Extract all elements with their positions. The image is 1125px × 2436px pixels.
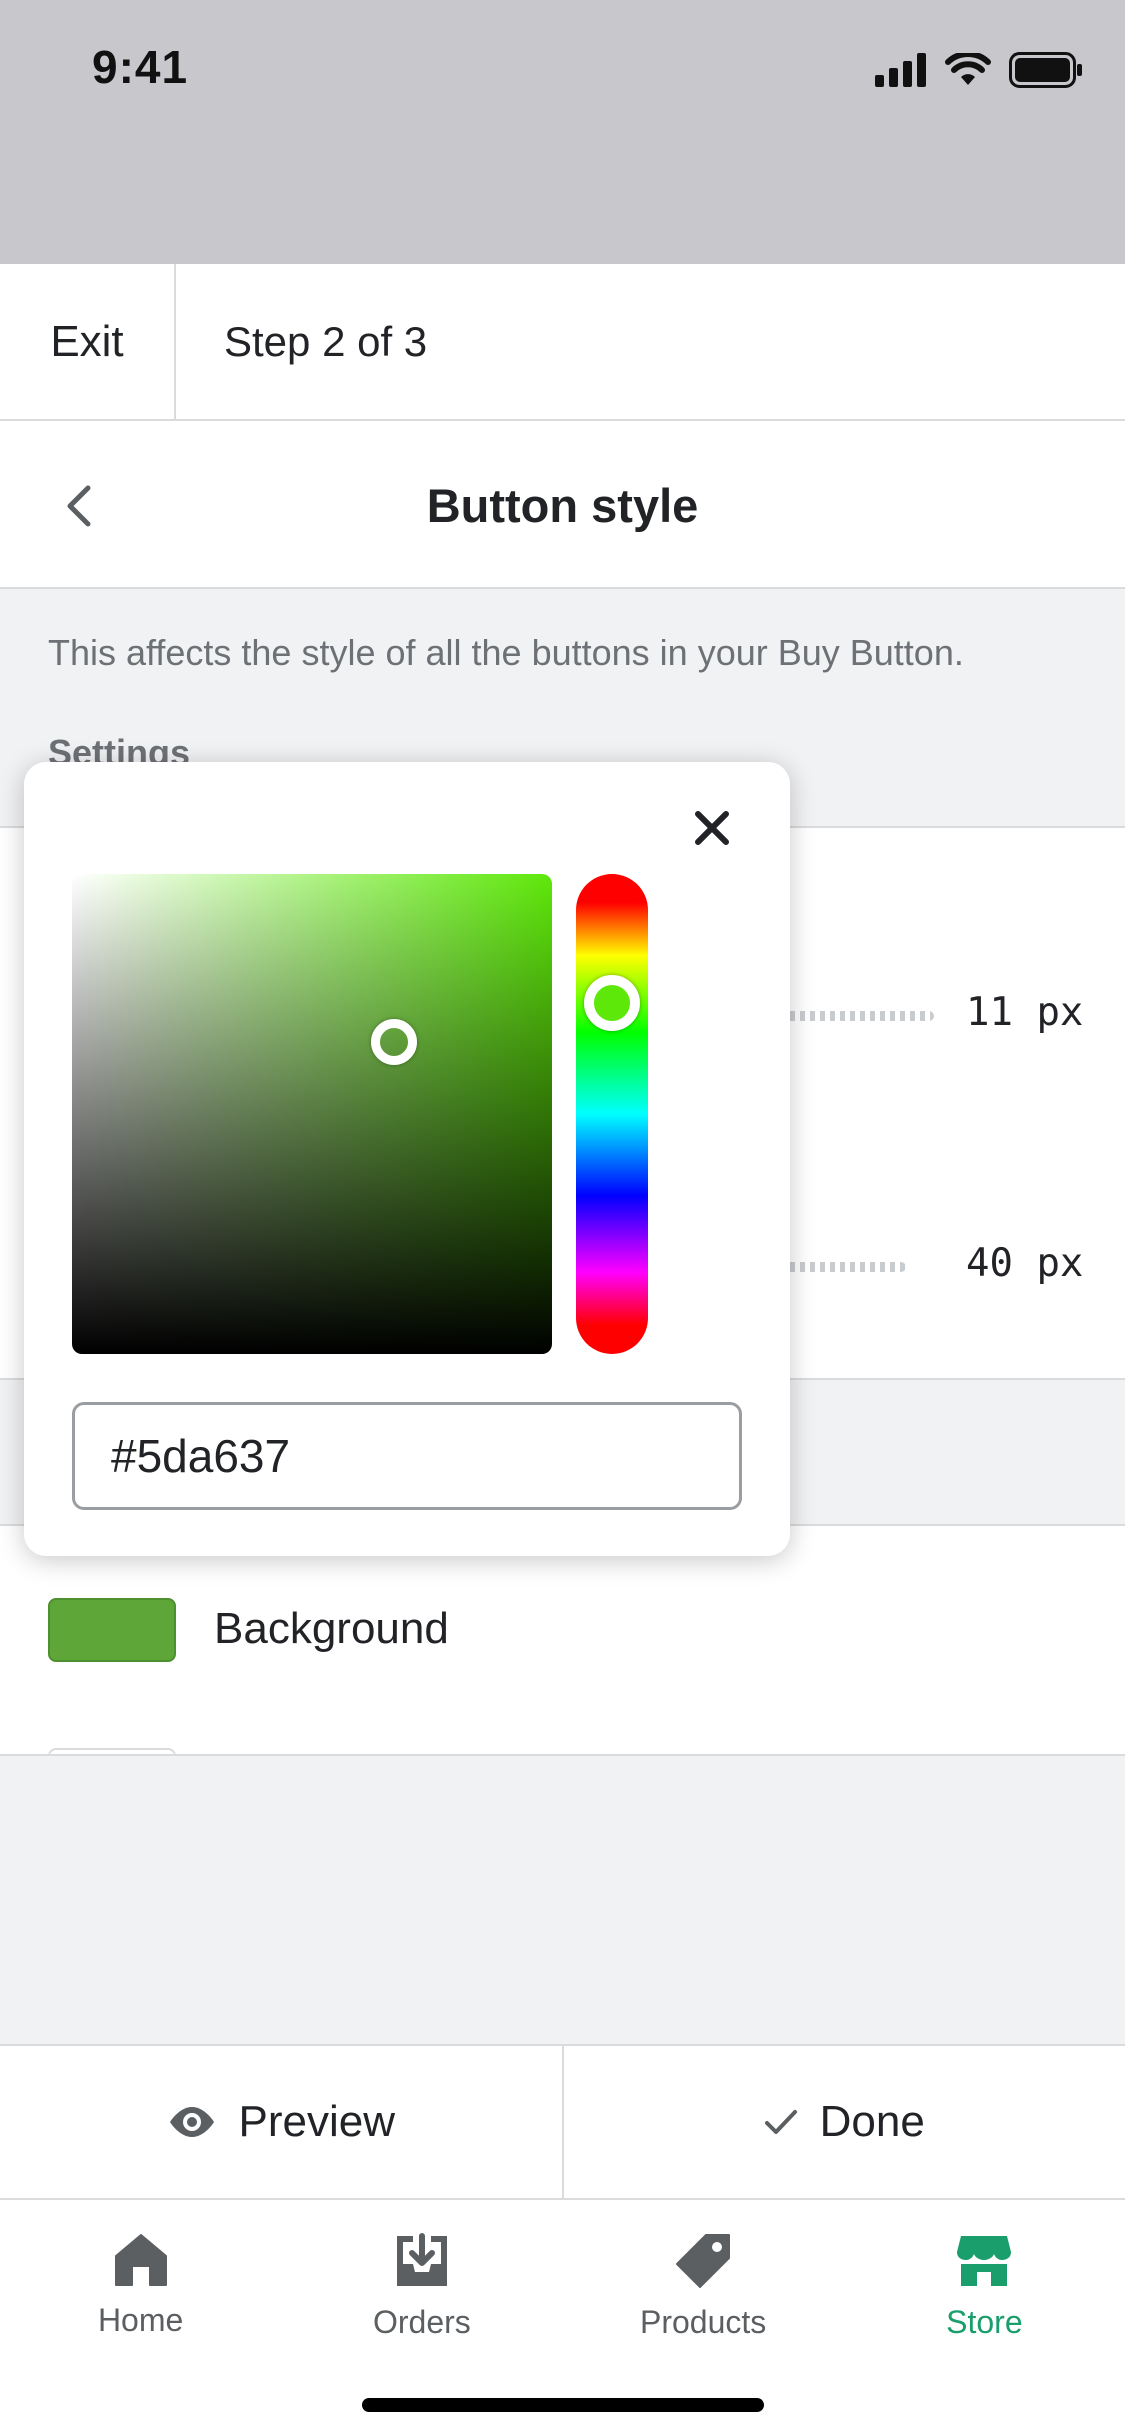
step-bar: Exit Step 2 of 3 — [0, 264, 1125, 421]
eye-icon — [169, 2107, 214, 2137]
hex-color-input[interactable] — [72, 1402, 742, 1510]
tab-store-label: Store — [946, 2304, 1023, 2340]
cellular-signal-icon — [875, 53, 926, 87]
color-handle[interactable] — [370, 1019, 417, 1065]
home-indicator — [362, 2398, 764, 2412]
orders-icon — [396, 2233, 447, 2286]
hue-slider[interactable] — [576, 874, 648, 1354]
done-label: Done — [819, 2097, 925, 2146]
close-icon — [695, 811, 729, 845]
step-indicator: Step 2 of 3 — [224, 317, 428, 365]
font-size-slider[interactable] — [780, 1011, 934, 1021]
saturation-brightness-area[interactable] — [72, 874, 552, 1354]
description-text: This affects the style of all the button… — [48, 632, 964, 673]
tag-icon — [676, 2234, 731, 2288]
tab-products-label: Products — [639, 2304, 767, 2340]
exit-button[interactable]: Exit — [0, 264, 176, 419]
close-button[interactable] — [684, 800, 740, 856]
colors-card: Background — [0, 1524, 1125, 1756]
font-size-value: 11 px — [966, 990, 1084, 1035]
chevron-left-icon — [67, 485, 91, 527]
status-time: 9:41 — [92, 41, 189, 93]
action-bar: Preview Done — [0, 2044, 1125, 2200]
button-height-value: 40 px — [966, 1241, 1084, 1286]
color-picker-popover — [24, 762, 790, 1556]
tab-home[interactable]: Home — [0, 2200, 281, 2436]
home-icon — [114, 2234, 167, 2286]
battery-icon — [1009, 52, 1082, 88]
title-bar: Button style — [0, 421, 1125, 589]
color-swatch[interactable] — [48, 1748, 176, 1754]
background-label: Background — [214, 1604, 449, 1653]
background-color-swatch[interactable] — [48, 1598, 176, 1662]
preview-label: Preview — [238, 2097, 396, 2146]
checkmark-icon — [764, 2110, 797, 2134]
preview-button[interactable]: Preview — [0, 2046, 562, 2198]
tab-store[interactable]: Store — [844, 2200, 1125, 2436]
button-height-slider[interactable] — [780, 1262, 906, 1272]
status-icons — [875, 50, 1083, 90]
back-button[interactable] — [48, 471, 108, 541]
hue-handle[interactable] — [584, 975, 640, 1032]
store-icon — [957, 2236, 1012, 2286]
page-title: Button style — [426, 478, 699, 532]
status-bar: 9:41 — [0, 0, 1125, 264]
tab-orders-label: Orders — [372, 2304, 471, 2340]
tab-home-label: Home — [97, 2302, 184, 2338]
done-button[interactable]: Done — [561, 2046, 1125, 2198]
wifi-icon — [945, 53, 991, 85]
